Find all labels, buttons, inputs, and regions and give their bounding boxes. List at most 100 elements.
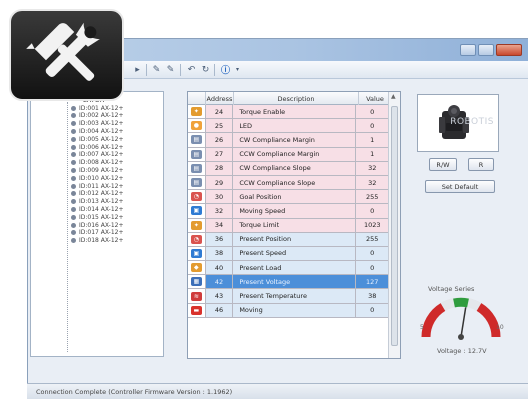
tree-item[interactable]: ID:015 AX-12+ — [71, 213, 124, 221]
value-cell[interactable]: 0 — [356, 261, 389, 275]
address-cell: 40 — [205, 261, 234, 275]
tree-item-label: ID:001 AX-12+ — [79, 104, 124, 112]
description-cell: Present Voltage — [233, 275, 357, 289]
value-cell[interactable]: 0 — [356, 246, 389, 261]
scroll-thumb[interactable] — [391, 106, 398, 346]
tree-item[interactable]: ID:016 AX-12+ — [71, 221, 124, 229]
value-cell[interactable]: 1 — [356, 147, 389, 161]
tree-item[interactable]: ID:002 AX-12+ — [71, 112, 124, 120]
tree-item-label: ID:015 AX-12+ — [79, 213, 124, 221]
row-icon-cell: ▤ — [188, 133, 206, 147]
read-button[interactable]: R — [468, 158, 494, 171]
tree-item[interactable]: ID:009 AX-12+ — [71, 166, 124, 174]
tree-item[interactable]: ID:014 AX-12+ — [71, 205, 124, 213]
value-cell[interactable]: 32 — [356, 161, 389, 175]
minimize-button[interactable] — [460, 44, 476, 56]
servo-node-icon — [71, 191, 76, 197]
tree-item[interactable]: ID:010 AX-12+ — [71, 174, 124, 182]
value-cell[interactable]: 38 — [356, 289, 389, 303]
row-icon-cell: ▬ — [188, 303, 206, 317]
tree-item[interactable]: ID:017 AX-12+ — [71, 229, 124, 237]
table-row[interactable]: ✦ 24 Torque Enable 0 — [188, 105, 389, 120]
tree-item-label: ID:006 AX-12+ — [79, 143, 124, 151]
tree-item-label: ID:011 AX-12+ — [79, 182, 124, 190]
servo-node-icon — [71, 183, 76, 189]
value-cell[interactable]: 255 — [356, 190, 389, 204]
table-row[interactable]: ▣ 32 Moving Speed 0 — [188, 204, 389, 219]
table-row[interactable]: ◔ 36 Present Position 255 — [188, 232, 389, 247]
pencil-icon[interactable]: ✎ — [165, 64, 176, 75]
description-cell: LED — [233, 119, 357, 133]
value-cell[interactable]: 1 — [356, 133, 389, 147]
window-controls — [460, 44, 522, 56]
gauge-needle — [460, 307, 467, 338]
value-cell[interactable]: 0 — [356, 119, 389, 133]
status-text: Connection Complete (Controller Firmware… — [36, 388, 233, 396]
table-header: Address Description Value — [188, 92, 400, 105]
close-button[interactable] — [496, 44, 522, 56]
tree-item[interactable]: ID:018 AX-12+ — [71, 237, 124, 245]
address-cell: 32 — [205, 204, 234, 218]
tree-item[interactable]: ID:001 AX-12+ — [71, 104, 124, 112]
tools-logo-icon — [9, 9, 124, 101]
rw-button[interactable]: R/W — [429, 158, 457, 171]
refresh-icon[interactable]: ↻ — [200, 64, 211, 75]
tree-item[interactable]: ID:008 AX-12+ — [71, 159, 124, 167]
value-cell[interactable]: 0 — [356, 105, 389, 119]
description-cell: CW Compliance Margin — [233, 133, 357, 147]
address-cell: 27 — [205, 147, 234, 161]
description-cell: Present Speed — [233, 246, 357, 261]
tree-item[interactable]: ID:006 AX-12+ — [71, 143, 124, 151]
servo-tree-panel[interactable]: LATOR ID:001 AX-12+ID:002 AX-12+ID:003 A… — [30, 91, 164, 357]
table-row[interactable]: ▣ 38 Present Speed 0 — [188, 246, 389, 262]
chevron-down-icon[interactable]: ▾ — [232, 64, 243, 75]
tree-item[interactable]: ID:013 AX-12+ — [71, 198, 124, 206]
table-row[interactable]: ▤ 28 CW Compliance Slope 32 — [188, 161, 389, 176]
header-address[interactable]: Address — [206, 92, 234, 105]
device-watermark: ROBOTIS — [450, 117, 494, 127]
value-cell[interactable]: 1023 — [356, 218, 389, 232]
tree-item[interactable]: ID:005 AX-12+ — [71, 135, 124, 143]
table-row[interactable]: ▬ 46 Moving 0 — [188, 303, 389, 318]
table-row[interactable]: ▤ 26 CW Compliance Margin 1 — [188, 133, 389, 148]
undo-icon[interactable]: ↶ — [186, 64, 197, 75]
address-cell: 42 — [205, 275, 234, 289]
value-cell[interactable]: 127 — [356, 275, 389, 289]
table-scrollbar[interactable]: ▲ — [388, 92, 400, 358]
row-icon-cell: ▤ — [188, 175, 206, 190]
description-cell: CW Compliance Slope — [233, 161, 357, 175]
table-row[interactable]: ▤ 27 CCW Compliance Margin 1 — [188, 147, 389, 162]
servo-node-icon — [71, 144, 76, 150]
chart-icon: ▤ — [190, 135, 202, 145]
row-icon-cell: ▣ — [188, 204, 206, 218]
table-row[interactable]: ◆ 40 Present Load 0 — [188, 261, 389, 276]
info-icon[interactable]: ⓘ — [220, 64, 231, 76]
maximize-button[interactable] — [478, 44, 494, 56]
scroll-up-arrow-icon[interactable]: ▲ — [391, 93, 396, 100]
value-cell[interactable]: 255 — [356, 232, 389, 246]
table-row[interactable]: ● 25 LED 0 — [188, 119, 389, 134]
table-row[interactable]: ▤ 29 CCW Compliance Slope 32 — [188, 175, 389, 191]
forward-icon[interactable]: ▸ — [132, 64, 143, 75]
tree-item[interactable]: ID:003 AX-12+ — [71, 120, 124, 128]
table-row[interactable]: ≋ 43 Present Temperature 38 — [188, 289, 389, 304]
row-icon-cell: ≋ — [188, 289, 206, 303]
value-cell[interactable]: 0 — [356, 303, 389, 317]
table-row[interactable]: ▦ 42 Present Voltage 127 — [188, 275, 389, 290]
tree-item[interactable]: ID:011 AX-12+ — [71, 182, 124, 190]
header-description[interactable]: Description — [234, 92, 359, 105]
servo-node-icon — [71, 222, 76, 228]
description-cell: CCW Compliance Slope — [233, 175, 357, 190]
tree-item[interactable]: ID:004 AX-12+ — [71, 127, 124, 135]
row-icon-cell: ▤ — [188, 147, 206, 161]
tree-item-label: ID:010 AX-12+ — [79, 174, 124, 182]
set-default-button[interactable]: Set Default — [425, 180, 495, 193]
value-cell[interactable]: 0 — [356, 204, 389, 218]
table-row[interactable]: ◔ 30 Goal Position 255 — [188, 190, 389, 205]
tree-item-label: ID:007 AX-12+ — [79, 151, 124, 159]
value-cell[interactable]: 32 — [356, 175, 389, 190]
pencil-icon[interactable]: ✎ — [151, 64, 162, 75]
tree-item[interactable]: ID:007 AX-12+ — [71, 151, 124, 159]
tree-item[interactable]: ID:012 AX-12+ — [71, 190, 124, 198]
table-row[interactable]: ✦ 34 Torque Limit 1023 — [188, 218, 389, 233]
